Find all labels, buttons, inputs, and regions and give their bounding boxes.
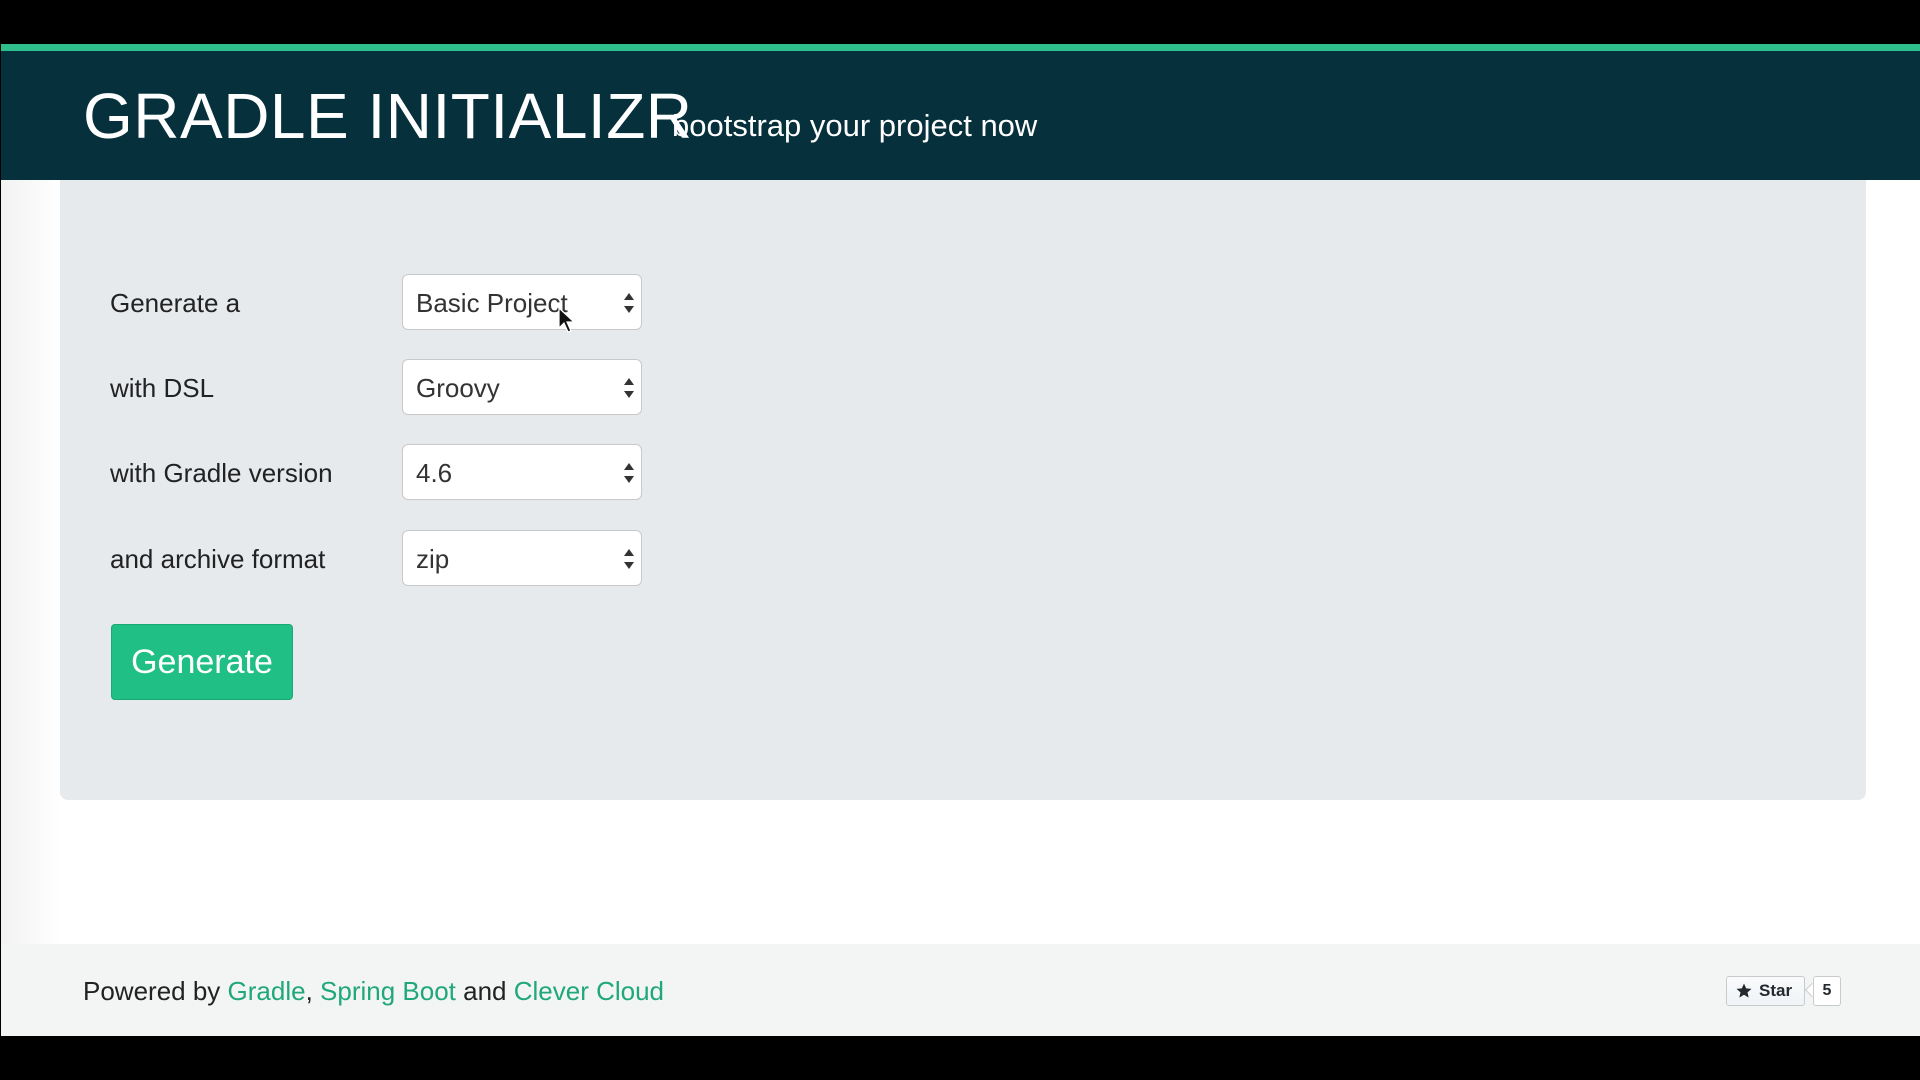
- gradle-version-select[interactable]: 4.6: [402, 444, 642, 500]
- select-arrows-icon: [624, 463, 634, 483]
- github-star-button[interactable]: Star: [1726, 976, 1805, 1006]
- dsl-row: with DSL Groovy: [110, 359, 670, 419]
- generate-button[interactable]: Generate: [111, 624, 293, 700]
- select-arrows-icon: [624, 549, 634, 569]
- site-header: GRADLE INITIALIZR bootstrap your project…: [1, 51, 1920, 180]
- brand-tagline: bootstrap your project now: [672, 108, 1038, 143]
- gradle-version-value: 4.6: [416, 458, 453, 488]
- gradle-version-row: with Gradle version 4.6: [110, 444, 670, 504]
- select-arrows-icon: [624, 293, 634, 313]
- project-type-value: Basic Project: [416, 288, 568, 318]
- select-arrows-icon: [624, 378, 634, 398]
- archive-format-label: and archive format: [110, 544, 326, 574]
- powered-by-prefix: Powered by: [83, 976, 228, 1006]
- mouse-cursor-icon: [558, 307, 576, 333]
- site-footer: Powered by Gradle, Spring Boot and Cleve…: [1, 944, 1920, 1036]
- project-type-label: Generate a: [110, 288, 241, 318]
- accent-bar: [1, 44, 1920, 51]
- page-edge-shade: [1, 44, 61, 1036]
- star-count[interactable]: 5: [1813, 976, 1841, 1006]
- form-panel: Generate a Basic Project with DSL Groovy: [60, 180, 1866, 800]
- archive-format-value: zip: [416, 544, 450, 574]
- brand-title: GRADLE INITIALIZR: [83, 80, 693, 152]
- dsl-select[interactable]: Groovy: [402, 359, 642, 415]
- star-icon: [1736, 983, 1752, 998]
- project-type-row: Generate a Basic Project: [110, 274, 670, 334]
- footer-separator: ,: [305, 976, 321, 1006]
- gradle-version-label: with Gradle version: [110, 458, 333, 488]
- browser-page: GRADLE INITIALIZR bootstrap your project…: [1, 44, 1920, 1036]
- dsl-value: Groovy: [416, 373, 500, 403]
- archive-format-select[interactable]: zip: [402, 530, 642, 586]
- clever-cloud-link[interactable]: Clever Cloud: [514, 976, 664, 1006]
- star-label: Star: [1759, 981, 1793, 1000]
- powered-by-text: Powered by Gradle, Spring Boot and Cleve…: [83, 976, 664, 1007]
- project-type-select[interactable]: Basic Project: [402, 274, 642, 330]
- spring-boot-link[interactable]: Spring Boot: [320, 976, 456, 1006]
- gradle-link[interactable]: Gradle: [228, 976, 306, 1006]
- archive-format-row: and archive format zip: [110, 530, 670, 590]
- footer-separator: and: [455, 976, 514, 1006]
- screen: GRADLE INITIALIZR bootstrap your project…: [0, 0, 1920, 1080]
- dsl-label: with DSL: [110, 373, 215, 403]
